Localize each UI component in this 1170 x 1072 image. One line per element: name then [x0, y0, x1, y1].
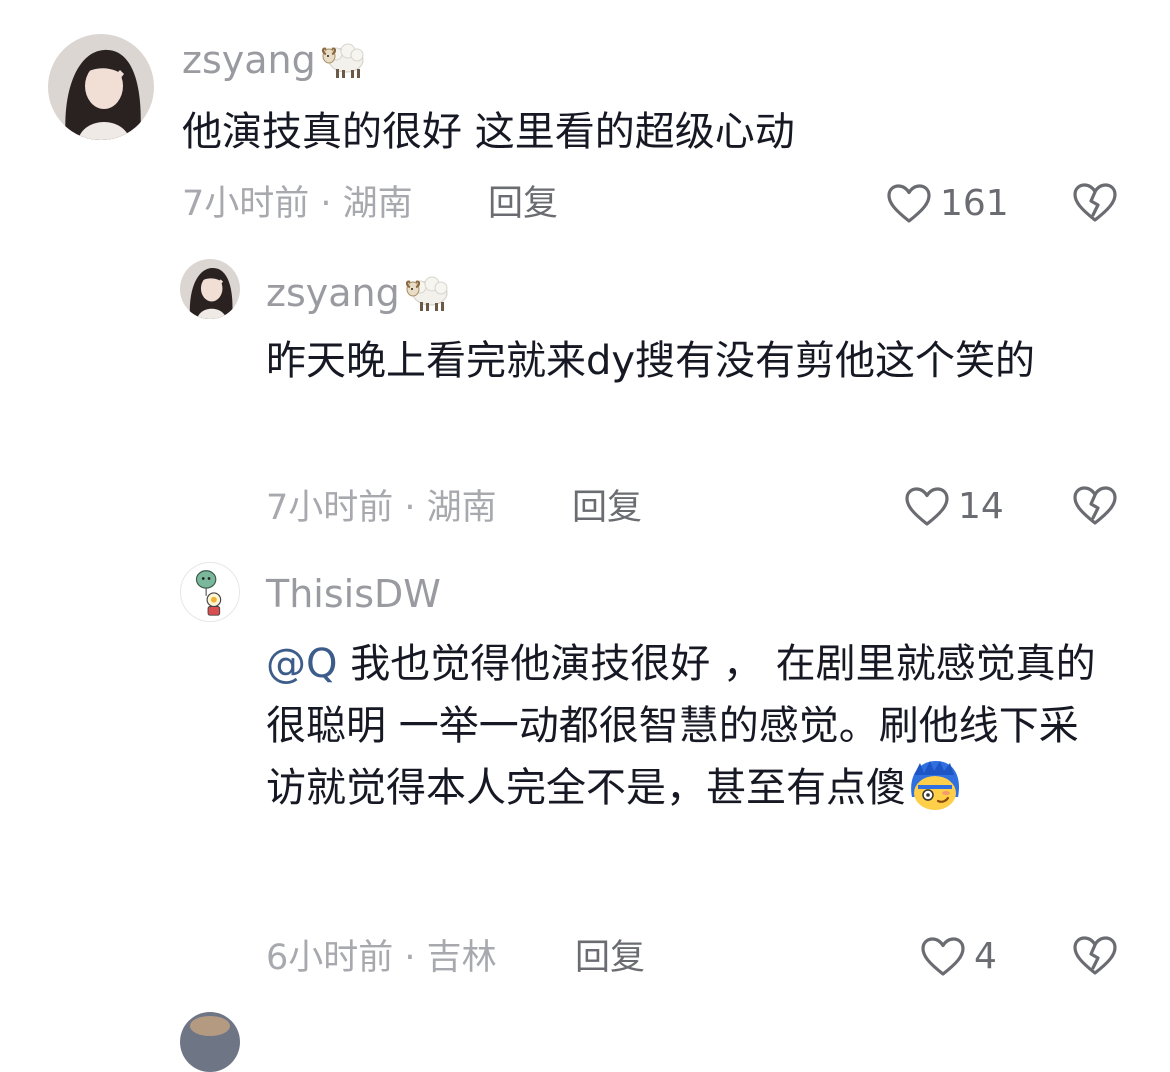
heart-outline-icon — [920, 936, 966, 978]
avatar-photo-icon — [48, 34, 154, 140]
heart-outline-icon — [886, 183, 932, 225]
comment-meta: 7小时前 · 湖南 — [182, 184, 413, 224]
like-count: 4 — [974, 936, 997, 977]
avatar[interactable] — [180, 1012, 240, 1072]
avatar-photo-icon — [180, 1012, 240, 1072]
mention-link[interactable]: @Q — [266, 641, 337, 687]
username-text: ThisisDW — [266, 572, 441, 616]
cartoon-avatar-icon — [181, 563, 239, 621]
like-button[interactable]: 4 — [920, 934, 997, 980]
sheep-emoji-icon — [320, 38, 368, 80]
like-count: 14 — [958, 486, 1004, 527]
reply-button[interactable]: 回复 — [488, 184, 558, 224]
like-count: 161 — [940, 183, 1009, 224]
avatar[interactable] — [180, 562, 240, 622]
comment-text: 他演技真的很好 这里看的超级心动 — [182, 109, 795, 155]
username[interactable]: zsyang — [266, 271, 452, 315]
avatar[interactable] — [180, 259, 240, 319]
dislike-button[interactable] — [1072, 182, 1118, 224]
username[interactable]: ThisisDW — [266, 572, 441, 616]
embarrassed-face-emoji-icon — [911, 761, 960, 810]
like-button[interactable]: 161 — [886, 181, 1009, 227]
broken-heart-icon — [1072, 935, 1118, 977]
dislike-button[interactable] — [1072, 485, 1118, 527]
broken-heart-icon — [1072, 182, 1118, 224]
avatar-photo-icon — [180, 259, 240, 319]
like-button[interactable]: 14 — [904, 484, 1004, 530]
comment-text: 昨天晚上看完就来dy搜有没有剪他这个笑的 — [266, 338, 1036, 384]
sheep-emoji-icon — [404, 271, 452, 313]
avatar[interactable] — [48, 34, 154, 140]
heart-outline-icon — [904, 486, 950, 528]
username-text: zsyang — [182, 38, 316, 82]
comment-meta: 6小时前 · 吉林 — [266, 938, 497, 978]
dislike-button[interactable] — [1072, 935, 1118, 977]
comment-body: 我也觉得他演技很好 ， 在剧里就感觉真的很聪明 一举一动都很智慧的感觉。刷他线下… — [266, 641, 1096, 811]
reply-button[interactable]: 回复 — [572, 488, 642, 528]
comment-meta: 7小时前 · 湖南 — [266, 488, 497, 528]
username-text: zsyang — [266, 271, 400, 315]
broken-heart-icon — [1072, 485, 1118, 527]
reply-button[interactable]: 回复 — [575, 938, 645, 978]
username[interactable]: zsyang — [182, 38, 368, 82]
comment-text: @Q 我也觉得他演技很好 ， 在剧里就感觉真的很聪明 一举一动都很智慧的感觉。刷… — [266, 633, 1111, 819]
